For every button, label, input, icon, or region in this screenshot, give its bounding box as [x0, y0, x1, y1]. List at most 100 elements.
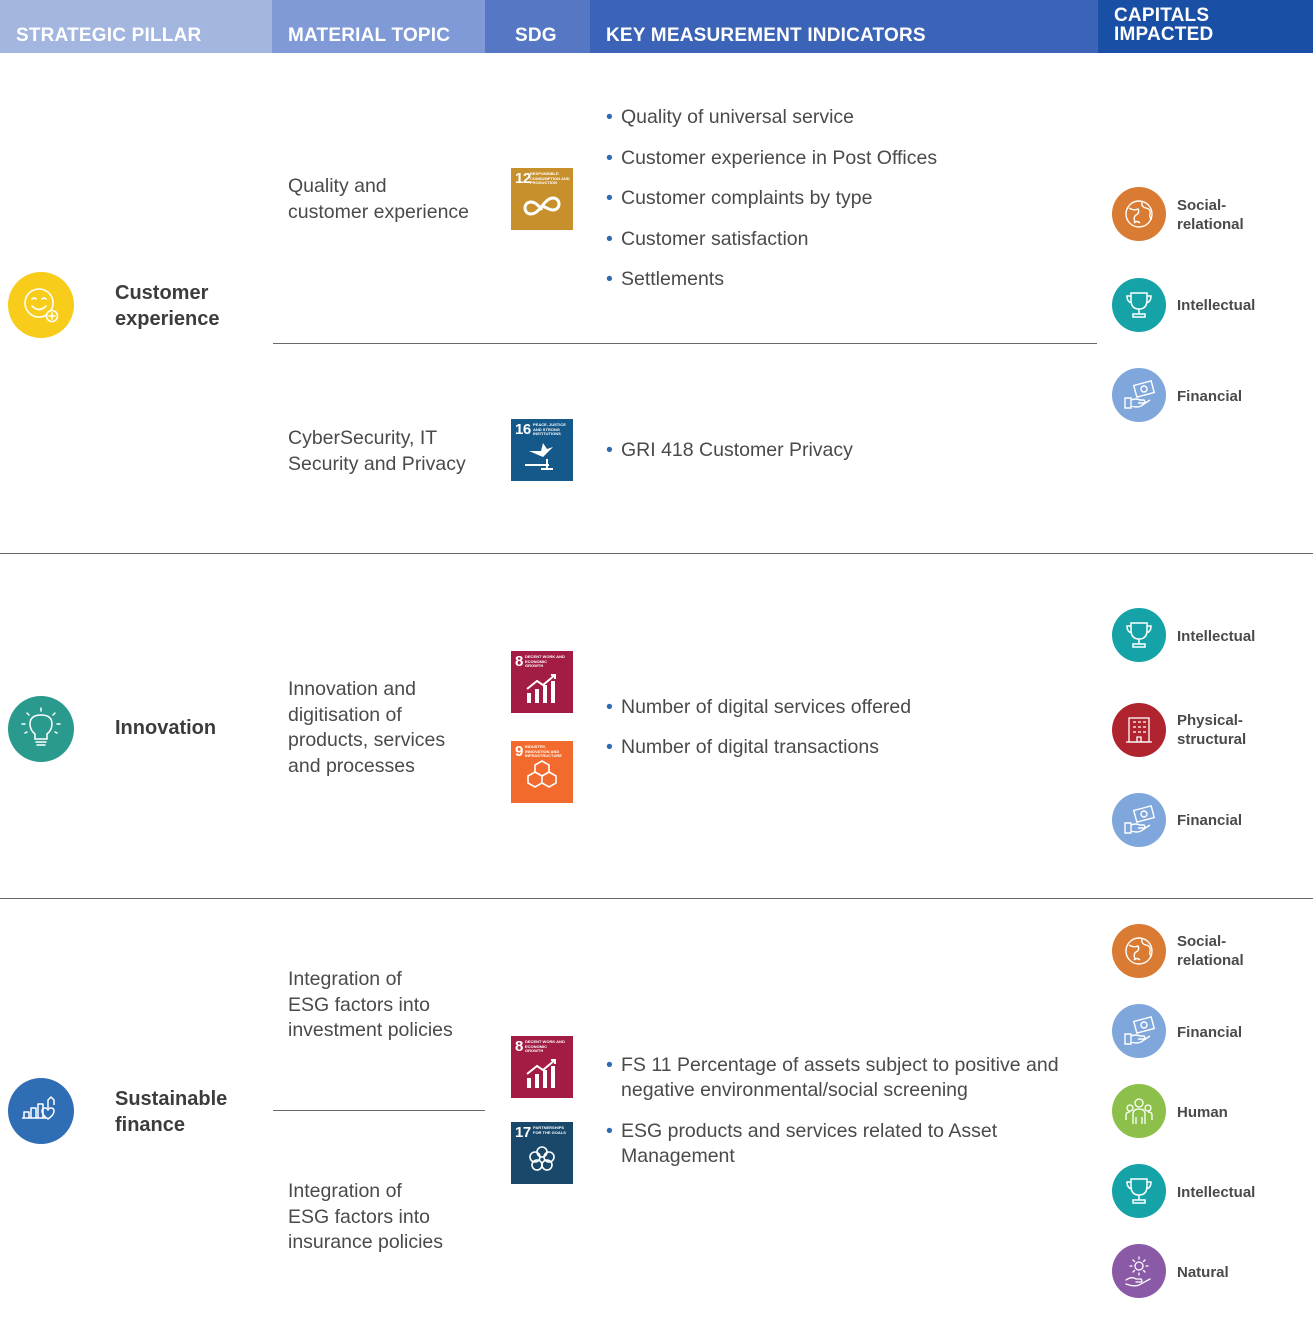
capital-label: Human	[1177, 1104, 1228, 1121]
capital-label-line: relational	[1177, 216, 1244, 233]
divider	[273, 1110, 485, 1111]
pillar-name-line: Sustainable	[115, 1088, 228, 1110]
capital-natural-icon	[1112, 1244, 1166, 1298]
list-item: FS 11 Percentage of assets subject to po…	[606, 1053, 1059, 1119]
capital-human-icon	[1112, 1084, 1166, 1138]
topic-line: Quality and	[288, 175, 387, 197]
growth-chart-icon	[526, 674, 556, 703]
capital-financial-icon	[1112, 793, 1166, 847]
cubes-icon	[527, 760, 557, 788]
indicator-line: negative environmental/social screening	[621, 1079, 968, 1101]
topic-quality-customer-experience: Quality and customer experience	[288, 174, 488, 225]
capital-label-line: Social-	[1177, 197, 1227, 214]
dove-gavel-icon	[525, 443, 553, 470]
topic-line: Integration of	[288, 968, 402, 990]
capital-label: Financial	[1177, 1024, 1243, 1041]
header-sdg: SDG	[485, 0, 590, 53]
capital-intellectual-icon	[1112, 608, 1166, 662]
capital-label-line: Physical-	[1177, 712, 1243, 729]
pillar-name-line: Customer	[115, 282, 209, 304]
header-capitals-line-2: IMPACTED	[1114, 24, 1214, 45]
indicator-line: Management	[621, 1145, 735, 1167]
list-item: Quality of universal service	[606, 105, 937, 146]
capital-label: Social- relational	[1177, 932, 1244, 970]
growth-chart-icon	[526, 1059, 556, 1088]
pillar-innovation-icon	[8, 696, 74, 762]
sdg-9-tile: 9 Industry, innovation and infrastructur…	[511, 741, 573, 803]
header-material-topic-label: MATERIAL TOPIC	[288, 25, 451, 46]
capital-financial-icon	[1112, 368, 1166, 422]
capital-label: Intellectual	[1177, 628, 1256, 645]
header-strategic-pillar: STRATEGIC PILLAR	[0, 0, 272, 53]
capital-social-relational-icon	[1112, 924, 1166, 978]
infinity-icon	[523, 196, 561, 216]
indicators-customer-quality: Quality of universal service Customer ex…	[606, 105, 937, 308]
capital-label: Natural	[1177, 1264, 1229, 1281]
header-capitals-label: CAPITALS IMPACTED	[1114, 6, 1213, 44]
pillar-name-line: finance	[115, 1114, 186, 1136]
list-item: GRI 418 Customer Privacy	[606, 438, 853, 463]
header-capitals: CAPITALS IMPACTED	[1098, 0, 1313, 53]
list-item: Customer experience in Post Offices	[606, 146, 937, 187]
pillar-name-line: Innovation	[115, 717, 217, 739]
capital-social-relational-icon	[1112, 187, 1166, 241]
topic-line: products, services	[288, 729, 446, 751]
sdg-17-tile: 17 Partnerships for the goals	[511, 1122, 573, 1184]
header-material-topic: MATERIAL TOPIC	[272, 0, 485, 53]
capital-label: Intellectual	[1177, 297, 1256, 314]
topic-line: CyberSecurity, IT	[288, 427, 438, 449]
indicators-innovation: Number of digital services offered Numbe…	[606, 695, 911, 775]
topic-cybersecurity: CyberSecurity, IT Security and Privacy	[288, 426, 488, 477]
capital-intellectual-icon	[1112, 1164, 1166, 1218]
flower-rings-icon	[529, 1146, 555, 1171]
header-capitals-line-1: CAPITALS	[1114, 5, 1210, 26]
pillar-sustainable-finance: Sustainable finance	[115, 1086, 265, 1138]
section-divider	[0, 553, 1313, 554]
topic-line: ESG factors into	[288, 993, 430, 1016]
capital-label: Physical- structural	[1177, 711, 1246, 749]
pillar-name-line: experience	[115, 308, 220, 330]
indicator-line: ESG products and services related to Ass…	[621, 1120, 998, 1142]
indicator-line: FS 11 Percentage of assets subject to po…	[621, 1054, 1059, 1076]
header-kmi-label: KEY MEASUREMENT INDICATORS	[606, 25, 926, 46]
capital-financial-icon	[1112, 1004, 1166, 1058]
topic-line: Integration of	[288, 1180, 402, 1202]
list-item: Customer satisfaction	[606, 227, 937, 268]
sdg-16-tile: 16 Peace, justice and strong institution…	[511, 419, 573, 481]
topic-innovation-digitisation: Innovation and digitisation of products,…	[288, 677, 488, 779]
header-kmi: KEY MEASUREMENT INDICATORS	[590, 0, 1098, 53]
indicators-customer-privacy: GRI 418 Customer Privacy	[606, 438, 853, 463]
pillar-customer-experience: Customer experience	[115, 280, 265, 332]
topic-line: digitisation of	[288, 703, 402, 726]
capital-label-line: structural	[1177, 731, 1247, 748]
topic-line: insurance policies	[288, 1231, 444, 1253]
capital-label: Intellectual	[1177, 1184, 1256, 1201]
capital-label-line: relational	[1177, 952, 1244, 969]
header-sdg-label: SDG	[515, 25, 557, 46]
capital-intellectual-icon	[1112, 278, 1166, 332]
topic-line: Security and Privacy	[288, 452, 466, 475]
topic-line: investment policies	[288, 1019, 453, 1041]
section-divider	[0, 898, 1313, 899]
capital-label: Financial	[1177, 388, 1243, 405]
capital-physical-structural-icon	[1112, 703, 1166, 757]
list-item: Number of digital services offered	[606, 695, 911, 735]
sdg-8-tile: 8 Decent work and economic growth	[511, 1036, 573, 1098]
capital-label: Social- relational	[1177, 196, 1244, 234]
divider	[273, 343, 1097, 344]
topic-esg-investment: Integration of ESG factors into investme…	[288, 967, 488, 1044]
pillar-sustainable-finance-icon	[8, 1078, 74, 1144]
sdg-12-tile: 12 Responsible consumption and productio…	[511, 168, 573, 230]
topic-esg-insurance: Integration of ESG factors into insuranc…	[288, 1179, 488, 1256]
topic-line: customer experience	[288, 200, 470, 223]
topic-line: ESG factors into	[288, 1205, 430, 1228]
capital-label: Financial	[1177, 812, 1243, 829]
pillar-customer-experience-icon	[8, 272, 74, 338]
pillar-innovation: Innovation	[115, 715, 265, 741]
list-item: Customer complaints by type	[606, 186, 937, 227]
list-item: Number of digital transactions	[606, 735, 911, 775]
capital-label-line: Social-	[1177, 933, 1227, 950]
indicators-sustainable-finance: FS 11 Percentage of assets subject to po…	[606, 1053, 1059, 1169]
header-strategic-pillar-label: STRATEGIC PILLAR	[16, 25, 202, 46]
topic-line: and processes	[288, 754, 415, 777]
